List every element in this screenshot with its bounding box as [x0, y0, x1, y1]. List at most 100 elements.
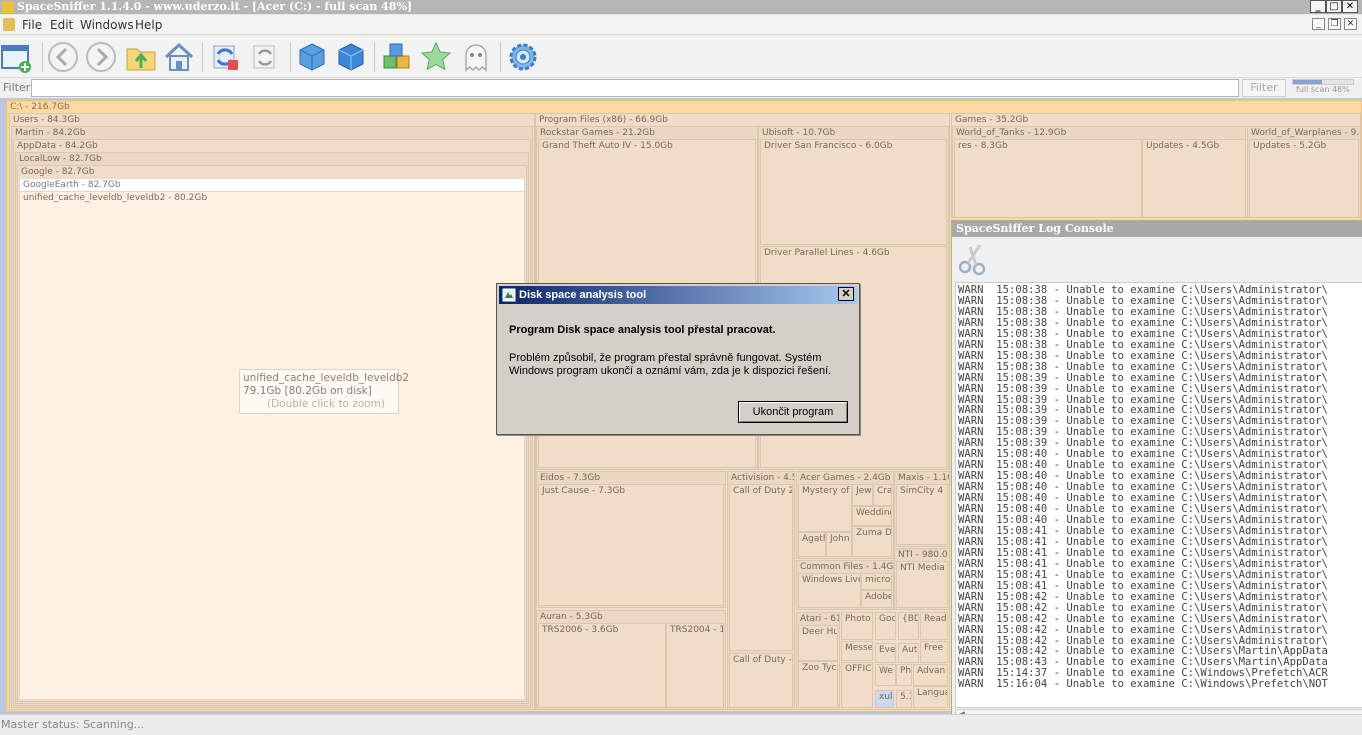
log-line: WARN 15:08:42 - Unable to examine C:\Use… — [958, 612, 1328, 625]
tile-nti-media[interactable]: NTI Media — [896, 561, 948, 608]
minimize-button[interactable]: _ — [1310, 0, 1326, 13]
tile-adobe[interactable]: Adobe — [861, 590, 892, 608]
close-button[interactable]: ✕ — [1342, 0, 1358, 13]
cube-icon[interactable] — [295, 40, 329, 74]
tile-jew[interactable]: Jew — [852, 484, 873, 506]
scan-progress: full scan 48% — [1290, 79, 1360, 97]
close-program-button[interactable]: Ukončit program — [738, 401, 848, 423]
window-title: SpaceSniffer 1.1.4.0 - www.uderzo.it - [… — [17, 0, 413, 13]
tile-agath[interactable]: Agath — [798, 532, 826, 557]
tile-updates-wowp[interactable]: Updates - 5.2Gb — [1249, 139, 1359, 218]
ghost-icon[interactable] — [459, 40, 493, 74]
cube-filled-icon[interactable] — [334, 40, 368, 74]
log-line: WARN 15:08:39 - Unable to examine C:\Use… — [958, 382, 1328, 395]
tile-just-cause[interactable]: Just Cause - 7.3Gb — [538, 484, 724, 606]
log-line: WARN 15:08:39 - Unable to examine C:\Use… — [958, 371, 1328, 384]
tile-zoo[interactable]: Zoo Tycc — [798, 661, 838, 708]
tile-updates-wot[interactable]: Updates - 4.5Gb — [1142, 139, 1246, 218]
mdi-minimize-button[interactable]: _ — [1312, 18, 1325, 30]
back-arrow-icon[interactable] — [46, 40, 80, 74]
forward-arrow-icon[interactable] — [84, 40, 118, 74]
tile-simcity[interactable]: SimCity 4 D — [896, 484, 948, 545]
tile-res[interactable]: res - 8.3Gb — [954, 139, 1142, 218]
tile-langua[interactable]: Langua — [913, 686, 948, 708]
scan-progress-label: full scan 48% — [1296, 85, 1350, 94]
tile-five[interactable]: 5.1 — [896, 690, 912, 708]
tile-micros[interactable]: micros — [861, 573, 892, 590]
mdi-restore-button[interactable]: ❐ — [1328, 18, 1341, 30]
tile-cod[interactable]: Call of Duty - 1 — [729, 653, 793, 708]
tile-bd[interactable]: {BD — [898, 612, 919, 640]
tile-eve[interactable]: Eve — [875, 643, 896, 663]
menu-help[interactable]: Help — [135, 18, 162, 32]
tile-photo[interactable]: Photo — [841, 612, 873, 640]
filter-label: Filter — [3, 81, 31, 94]
tile-googleearth[interactable]: GoogleEarth - 82.7Gb — [19, 178, 525, 192]
tile-ph[interactable]: Ph — [896, 664, 912, 686]
toolbar-separator — [374, 42, 375, 72]
tile-zuma[interactable]: Zuma De — [852, 526, 892, 557]
tooltip-name: unified_cache_leveldb_leveldb2 — [243, 372, 410, 384]
tile-john[interactable]: John I — [826, 532, 852, 557]
log-line: WARN 15:16:04 - Unable to examine C:\Win… — [958, 678, 1328, 691]
program-icon — [502, 288, 516, 302]
tooltip-hint: (Double click to zoom) — [267, 398, 386, 410]
toolbar-separator — [42, 42, 43, 72]
log-console-title: SpaceSniffer Log Console — [952, 220, 1362, 237]
menu-file[interactable]: File — [22, 18, 42, 32]
menu-windows[interactable]: Windows — [80, 18, 134, 32]
tile-we[interactable]: We — [875, 664, 896, 686]
maximize-button[interactable]: □ — [1326, 0, 1342, 13]
dialog-close-button[interactable]: ✕ — [838, 287, 854, 301]
toolbar-separator — [202, 42, 203, 72]
refresh-all-icon[interactable] — [248, 40, 282, 74]
tile-messer[interactable]: Messer — [841, 641, 873, 661]
scissors-icon[interactable] — [956, 242, 990, 276]
filter-button[interactable]: Filter — [1242, 79, 1286, 97]
log-console: SpaceSniffer Log Console WARN 15:08:38 -… — [951, 220, 1362, 724]
tile-deer[interactable]: Deer Hu — [798, 625, 838, 661]
refresh-icon[interactable] — [208, 40, 242, 74]
tile-office[interactable]: OFFIC — [841, 662, 873, 708]
tile-aut[interactable]: Aut — [898, 643, 919, 663]
log-line: WARN 15:08:42 - Unable to examine C:\Use… — [958, 601, 1328, 614]
mdi-close-button[interactable]: ✕ — [1344, 18, 1357, 30]
status-text: Master status: Scanning... — [1, 718, 145, 731]
treemap-tooltip: unified_cache_leveldb_leveldb2 79.1Gb [8… — [239, 369, 410, 414]
menu-edit[interactable]: Edit — [50, 18, 73, 32]
new-window-icon[interactable] — [0, 40, 34, 74]
log-line: WARN 15:08:42 - Unable to examine C:\Use… — [958, 590, 1328, 603]
document-icon[interactable] — [3, 18, 15, 31]
tile-windows-live[interactable]: Windows Live - — [798, 573, 861, 608]
tile-free[interactable]: Free — [920, 641, 948, 663]
dialog-title-bar: Disk space analysis tool — [499, 286, 857, 304]
log-text-area[interactable]: WARN 15:08:38 - Unable to examine C:\Use… — [955, 282, 1362, 708]
filter-bar: Filter Filter full scan 48% — [0, 78, 1362, 98]
home-icon[interactable] — [162, 40, 196, 74]
filter-input[interactable] — [31, 79, 1239, 97]
dialog-heading: Program Disk space analysis tool přestal… — [509, 324, 776, 336]
tile-advan[interactable]: Advan — [913, 664, 948, 686]
tile-trs2004[interactable]: TRS2004 - 1. — [666, 623, 724, 708]
toolbar — [0, 36, 1362, 78]
tile-wedding[interactable]: Wedding — [852, 506, 892, 526]
star-icon[interactable] — [419, 40, 453, 74]
scan-progress-fill — [1293, 80, 1322, 84]
tile-xul[interactable]: xul. — [875, 690, 894, 708]
toolbar-separator — [500, 42, 501, 72]
tile-unified-cache[interactable]: unified_cache_leveldb_leveldb2 - 80.2Gb — [19, 191, 525, 700]
tile-cra[interactable]: Cra — [873, 484, 892, 506]
log-line: WARN 15:08:38 - Unable to examine C:\Use… — [958, 360, 1328, 373]
dialog-title: Disk space analysis tool — [519, 289, 647, 301]
folder-up-icon[interactable] — [124, 40, 158, 74]
blocks-icon[interactable] — [380, 40, 414, 74]
log-line: WARN 15:08:42 - Unable to examine C:\Use… — [958, 623, 1328, 636]
tile-driver-sf[interactable]: Driver San Francisco - 6.0Gb — [760, 139, 947, 245]
tile-cod2[interactable]: Call of Duty 2 — [729, 484, 793, 651]
tooltip-size: 79.1Gb [80.2Gb on disk] — [243, 385, 372, 397]
tile-trs2006[interactable]: TRS2006 - 3.6Gb — [538, 623, 666, 708]
tile-read[interactable]: Read — [920, 612, 948, 640]
settings-gear-icon[interactable] — [506, 40, 540, 74]
tile-goo[interactable]: Goo — [875, 612, 896, 640]
tile-mystery[interactable]: Mystery of N — [798, 484, 852, 532]
